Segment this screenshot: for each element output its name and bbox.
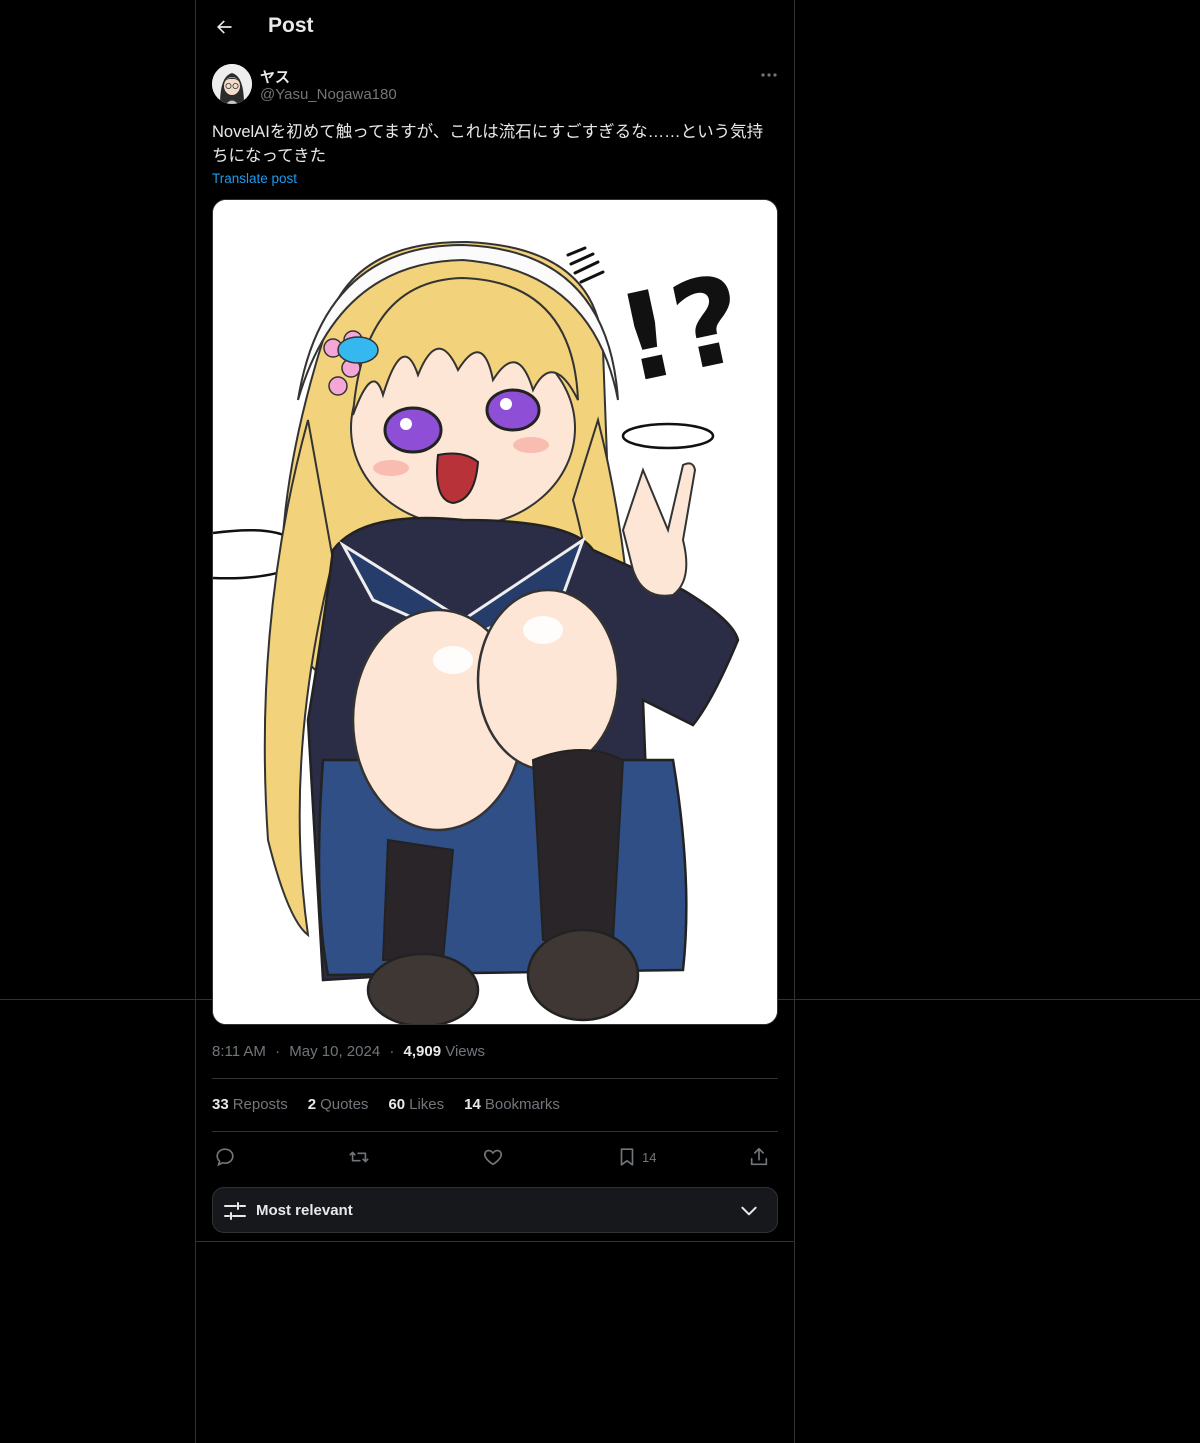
views-count: 4,909 bbox=[403, 1043, 442, 1060]
arrow-left-icon bbox=[217, 20, 232, 34]
page-title: Post bbox=[268, 14, 314, 37]
more-dots-icon bbox=[761, 73, 777, 77]
author-handle[interactable]: @Yasu_Nogawa180 bbox=[260, 86, 397, 103]
post-date[interactable]: May 10, 2024 bbox=[289, 1043, 380, 1060]
back-button[interactable] bbox=[208, 11, 240, 43]
engagement-stats: 33 Reposts 2 Quotes 60 Likes 14 Bookmarks bbox=[212, 1096, 560, 1113]
post-header: Post bbox=[196, 0, 794, 54]
share-button[interactable] bbox=[748, 1141, 770, 1173]
divider bbox=[212, 1131, 778, 1132]
bookmark-count: 14 bbox=[642, 1149, 657, 1165]
repost-button[interactable] bbox=[348, 1141, 370, 1173]
post-timestamp: 8:11 AM · May 10, 2024 · 4,909 Views bbox=[212, 1043, 485, 1060]
reply-button[interactable] bbox=[214, 1141, 236, 1173]
repost-icon bbox=[349, 1151, 369, 1163]
views-label: Views bbox=[445, 1043, 485, 1060]
post-time[interactable]: 8:11 AM bbox=[212, 1043, 266, 1060]
bookmark-button[interactable]: 14 bbox=[616, 1141, 656, 1173]
reply-sort-dropdown[interactable]: Most relevant bbox=[212, 1187, 778, 1233]
translate-post-link[interactable]: Translate post bbox=[212, 171, 297, 186]
stat-reposts[interactable]: 33 Reposts bbox=[212, 1096, 288, 1113]
avatar[interactable] bbox=[212, 64, 252, 104]
share-icon bbox=[750, 1147, 768, 1166]
bookmark-icon bbox=[620, 1148, 634, 1166]
stat-likes[interactable]: 60 Likes bbox=[388, 1096, 444, 1113]
action-bar: 14 bbox=[212, 1141, 778, 1173]
post-image[interactable]: !? bbox=[212, 199, 778, 1025]
sliders-icon bbox=[224, 1202, 246, 1220]
divider bbox=[196, 1241, 794, 1242]
primary-column: Post ヤス @Yasu_Nogawa180 NovelAIを初めて触ってます… bbox=[195, 0, 795, 1443]
reply-icon bbox=[216, 1148, 234, 1167]
author-name[interactable]: ヤス bbox=[260, 66, 290, 87]
sort-label: Most relevant bbox=[256, 1202, 353, 1219]
like-button[interactable] bbox=[482, 1141, 504, 1173]
heart-icon bbox=[483, 1149, 503, 1166]
stat-bookmarks[interactable]: 14 Bookmarks bbox=[464, 1096, 560, 1113]
more-options-button[interactable] bbox=[754, 64, 784, 86]
post-text: NovelAIを初めて触ってますが、これは流石にすごすぎるな……という気持ちにな… bbox=[212, 123, 764, 165]
divider bbox=[212, 1078, 778, 1079]
stat-quotes[interactable]: 2 Quotes bbox=[308, 1096, 369, 1113]
chevron-down-icon bbox=[741, 1206, 757, 1216]
